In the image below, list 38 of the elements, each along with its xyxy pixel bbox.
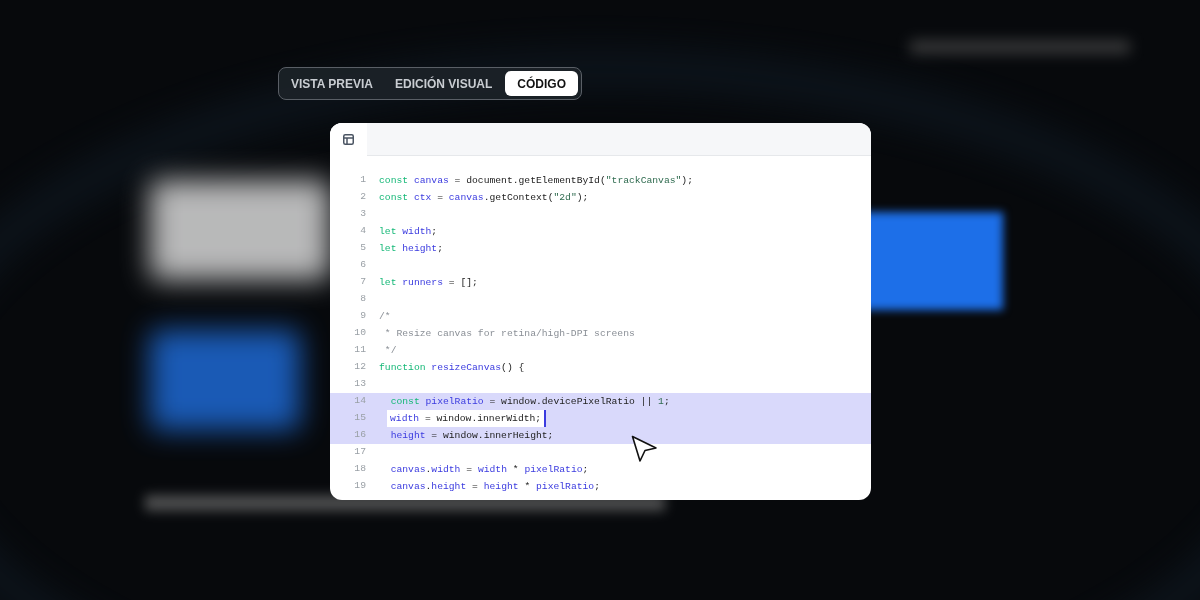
line-number: 4 — [359, 224, 366, 239]
view-tab[interactable]: VISTA PREVIA — [282, 71, 382, 96]
line-number: 17 — [353, 445, 366, 460]
code-line: canvas.height = height * pixelRatio; — [389, 480, 600, 494]
line-number: 6 — [359, 258, 366, 273]
code-line: */ — [383, 344, 397, 358]
line-number: 13 — [353, 377, 366, 392]
mouse-pointer-icon — [631, 435, 658, 463]
line-number: 1 — [359, 173, 366, 188]
code-line: let height; — [379, 242, 443, 256]
code-line: const pixelRatio = window.devicePixelRatio || 1; — [389, 395, 670, 409]
line-number: 9 — [359, 309, 366, 324]
line-number: 11 — [353, 343, 366, 358]
line-number: 19 — [353, 479, 366, 494]
file-tab[interactable] — [330, 123, 367, 156]
code-line: let width; — [379, 225, 438, 239]
line-number: 7 — [359, 275, 366, 290]
layout-icon — [343, 134, 354, 145]
line-number: 8 — [359, 292, 366, 307]
line-number: 3 — [359, 207, 366, 222]
code-line: canvas.width = width * pixelRatio; — [389, 463, 589, 477]
line-number: 15 — [353, 411, 366, 426]
code-line: const canvas = document.getElementById("trackCanvas"); — [379, 174, 693, 188]
code-line: function resizeCanvas() { — [379, 361, 525, 375]
line-number: 5 — [359, 241, 366, 256]
view-tab[interactable]: EDICIÓN VISUAL — [386, 71, 502, 96]
line-number: 18 — [353, 462, 366, 477]
code-line: * Resize canvas for retina/high-DPI screens — [383, 327, 635, 341]
code-line: let runners = []; — [379, 276, 478, 290]
line-number: 2 — [359, 190, 366, 205]
line-number: 10 — [353, 326, 366, 341]
code-line: /* — [379, 310, 391, 324]
code-line: height = window.innerHeight; — [389, 429, 554, 443]
line-number: 12 — [353, 360, 366, 375]
code-line: const ctx = canvas.getContext("2d"); — [379, 191, 589, 205]
view-tab[interactable]: CÓDIGO — [505, 71, 579, 96]
line-number: 14 — [353, 394, 366, 409]
line-number: 16 — [353, 428, 366, 443]
